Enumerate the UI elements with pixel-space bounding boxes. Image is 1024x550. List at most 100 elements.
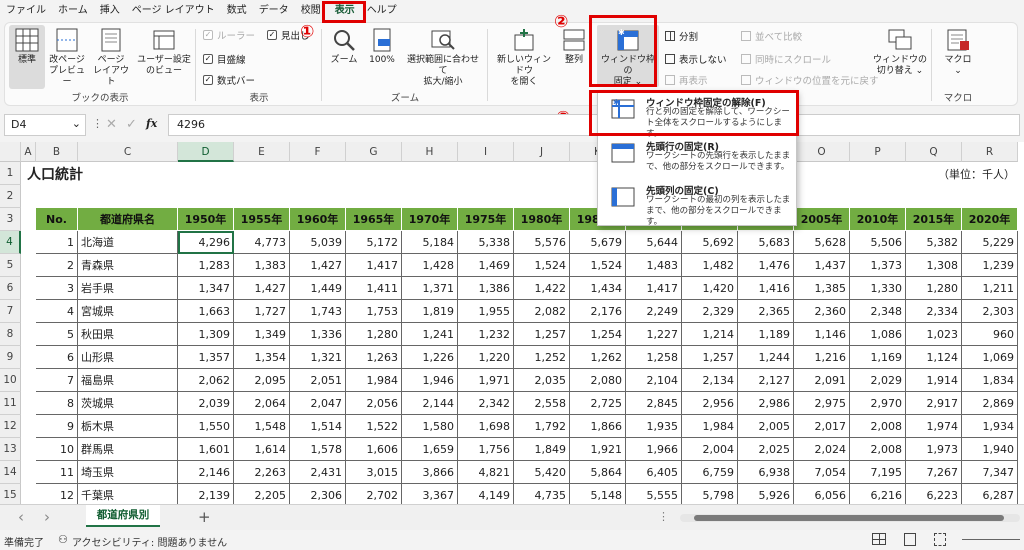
table-cell[interactable]: 7,347 <box>962 461 1018 484</box>
table-cell[interactable]: 2,146 <box>178 461 234 484</box>
table-cell[interactable]: 1,254 <box>570 323 626 346</box>
table-cell[interactable]: 1,663 <box>178 300 234 323</box>
table-cell[interactable]: 1,280 <box>346 323 402 346</box>
table-cell[interactable]: 11 <box>36 461 78 484</box>
table-cell[interactable]: 2,047 <box>290 392 346 415</box>
page-break-status-icon[interactable] <box>934 533 946 546</box>
table-cell[interactable]: 1,257 <box>682 346 738 369</box>
custom-views-button[interactable]: ユーザー設定 のビュー <box>137 25 191 77</box>
column-header[interactable]: C <box>78 142 178 162</box>
table-cell[interactable]: 1,420 <box>682 277 738 300</box>
column-header[interactable]: D <box>178 142 234 162</box>
table-cell[interactable]: 1,940 <box>962 438 1018 461</box>
table-cell[interactable]: 2,025 <box>738 438 794 461</box>
table-cell[interactable]: 2,024 <box>794 438 850 461</box>
table-cell[interactable]: 4,149 <box>458 484 514 504</box>
table-cell[interactable]: 1,753 <box>346 300 402 323</box>
table-cell[interactable]: 1,756 <box>458 438 514 461</box>
row-header[interactable]: 3 <box>0 208 21 231</box>
accessibility-status[interactable]: アクセシビリティ: 問題ありません <box>72 534 227 549</box>
table-cell[interactable]: 宮城県 <box>78 300 178 323</box>
page-layout-status-icon[interactable] <box>904 533 916 546</box>
table-cell[interactable]: 2,956 <box>682 392 738 415</box>
zoom-selection-button[interactable]: 選択範囲に合わせて 拡大/縮小 <box>403 25 483 88</box>
table-cell[interactable]: 1,476 <box>738 254 794 277</box>
table-cell[interactable]: 栃木県 <box>78 415 178 438</box>
table-cell[interactable]: 5,229 <box>962 231 1018 254</box>
table-cell[interactable]: 1,659 <box>402 438 458 461</box>
row-header[interactable]: 6 <box>0 277 21 300</box>
table-cell[interactable]: 北海道 <box>78 231 178 254</box>
table-cell[interactable]: 8 <box>36 392 78 415</box>
normal-view-status-icon[interactable] <box>872 533 886 545</box>
table-cell[interactable]: 1,606 <box>346 438 402 461</box>
table-cell[interactable]: 1,357 <box>178 346 234 369</box>
column-header[interactable]: Q <box>906 142 962 162</box>
table-cell[interactable]: 2,062 <box>178 369 234 392</box>
page-layout-button[interactable]: ページ レイアウト <box>93 25 129 88</box>
table-cell[interactable]: 2,104 <box>626 369 682 392</box>
table-cell[interactable]: 埼玉県 <box>78 461 178 484</box>
table-cell[interactable]: 2,005 <box>738 415 794 438</box>
table-cell[interactable]: 5,382 <box>906 231 962 254</box>
table-cell[interactable]: 1,428 <box>402 254 458 277</box>
table-cell[interactable]: 2,334 <box>906 300 962 323</box>
table-cell[interactable]: 4,735 <box>514 484 570 504</box>
row-header[interactable]: 13 <box>0 438 21 461</box>
table-cell[interactable]: 7,195 <box>850 461 906 484</box>
table-cell[interactable]: 4 <box>36 300 78 323</box>
column-header[interactable]: A <box>21 142 36 162</box>
table-cell[interactable]: 2,869 <box>962 392 1018 415</box>
table-cell[interactable]: 1,727 <box>234 300 290 323</box>
table-cell[interactable]: 2,431 <box>290 461 346 484</box>
table-cell[interactable]: 1,422 <box>514 277 570 300</box>
table-cell[interactable]: 1,244 <box>738 346 794 369</box>
table-cell[interactable]: 1,449 <box>290 277 346 300</box>
table-cell[interactable]: 2,127 <box>738 369 794 392</box>
table-cell[interactable]: 1,226 <box>402 346 458 369</box>
table-cell[interactable]: 2,039 <box>178 392 234 415</box>
table-cell[interactable]: 1,819 <box>402 300 458 323</box>
name-box[interactable]: D4 ⌄ <box>4 114 86 136</box>
table-cell[interactable]: 7,267 <box>906 461 962 484</box>
table-cell[interactable]: 1,227 <box>626 323 682 346</box>
column-header[interactable]: G <box>346 142 402 162</box>
table-cell[interactable]: 1,308 <box>906 254 962 277</box>
table-cell[interactable]: 1,580 <box>402 415 458 438</box>
table-cell[interactable]: 1,232 <box>458 323 514 346</box>
table-cell[interactable]: 福島県 <box>78 369 178 392</box>
table-cell[interactable]: 2,091 <box>794 369 850 392</box>
table-cell[interactable]: 1,411 <box>346 277 402 300</box>
horizontal-scrollbar[interactable] <box>680 514 1020 522</box>
table-cell[interactable]: 5,692 <box>682 231 738 254</box>
table-cell[interactable]: 1,371 <box>402 277 458 300</box>
table-cell[interactable]: 5,172 <box>346 231 402 254</box>
tab-home[interactable]: ホーム <box>52 0 94 22</box>
table-cell[interactable]: 2,558 <box>514 392 570 415</box>
table-cell[interactable]: 6,287 <box>962 484 1018 504</box>
table-cell[interactable]: 2,134 <box>682 369 738 392</box>
table-cell[interactable]: 1,522 <box>346 415 402 438</box>
row-header[interactable]: 9 <box>0 346 21 369</box>
row-header[interactable]: 12 <box>0 415 21 438</box>
table-cell[interactable]: 千葉県 <box>78 484 178 504</box>
table-cell[interactable]: 1,437 <box>794 254 850 277</box>
table-cell[interactable]: 1,524 <box>570 254 626 277</box>
sheet-tab-prefectures[interactable]: 都道府県別 <box>86 505 160 527</box>
table-cell[interactable]: 1,257 <box>514 323 570 346</box>
table-cell[interactable]: 5,555 <box>626 484 682 504</box>
table-cell[interactable]: 1,417 <box>626 277 682 300</box>
row-header[interactable]: 8 <box>0 323 21 346</box>
row-header[interactable]: 7 <box>0 300 21 323</box>
table-cell[interactable]: 1,086 <box>850 323 906 346</box>
table-cell[interactable]: 2,144 <box>402 392 458 415</box>
table-cell[interactable]: 2,348 <box>850 300 906 323</box>
table-cell[interactable]: 1,921 <box>570 438 626 461</box>
table-cell[interactable]: 1,347 <box>178 277 234 300</box>
table-cell[interactable]: 1,914 <box>906 369 962 392</box>
zoom-button[interactable]: ズーム <box>327 25 361 66</box>
table-cell[interactable]: 2,845 <box>626 392 682 415</box>
tab-help[interactable]: ヘルプ <box>361 0 403 22</box>
cancel-icon[interactable]: ✕ <box>106 117 117 132</box>
select-all-corner[interactable] <box>0 142 21 162</box>
